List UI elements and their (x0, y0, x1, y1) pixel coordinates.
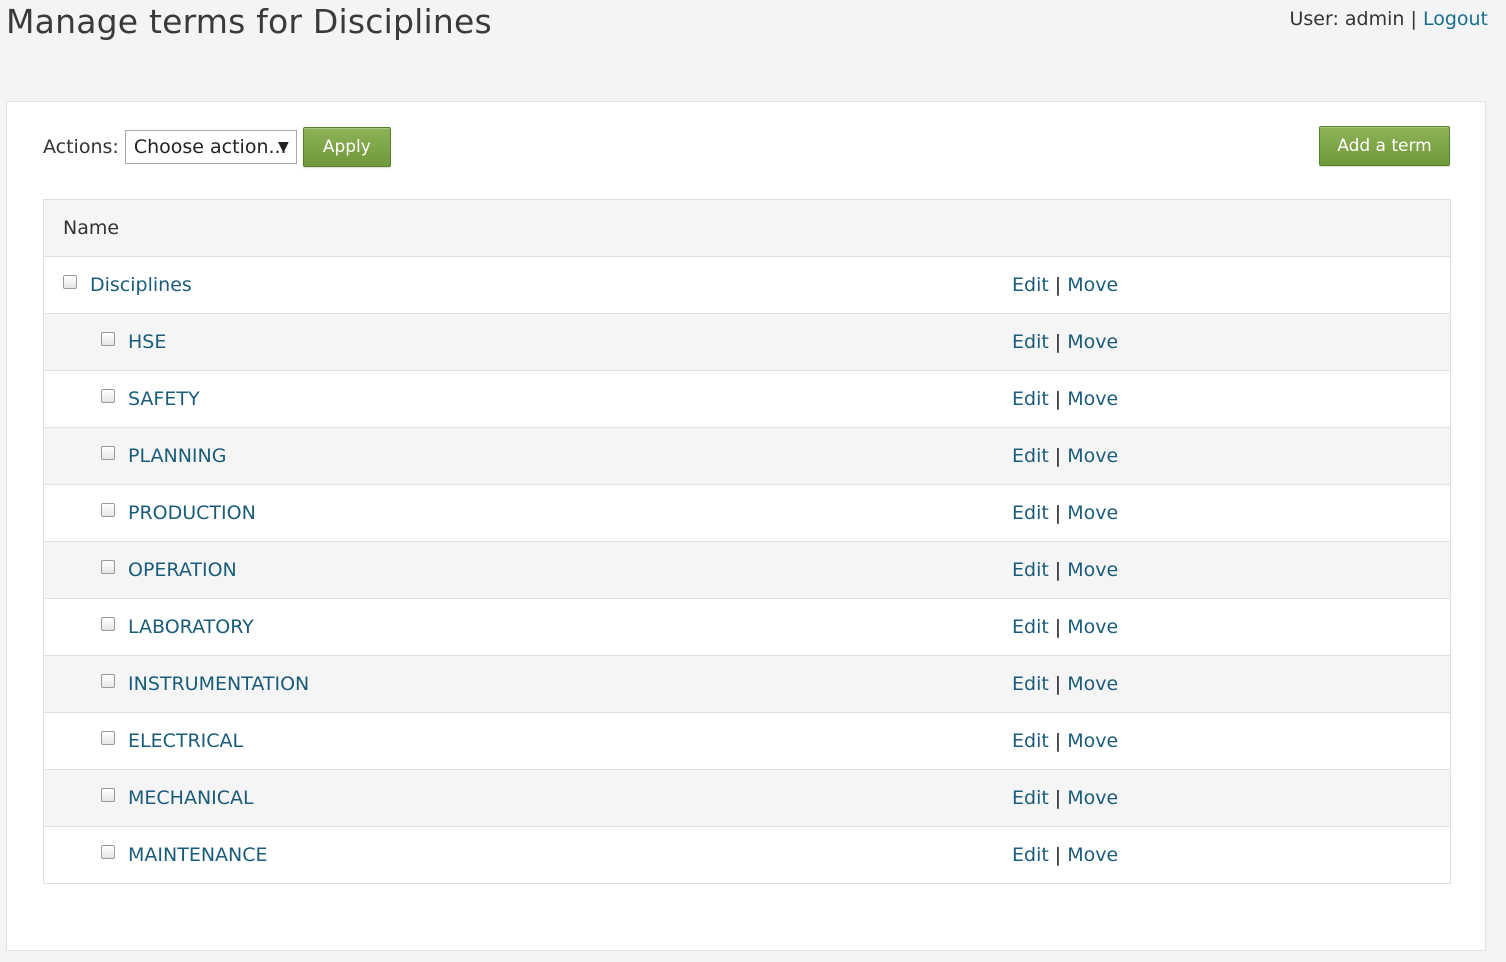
table-row: PRODUCTION Edit | Move (44, 485, 1450, 542)
ops-separator: | (1054, 502, 1062, 524)
content-panel: Actions: Choose action... ▼ Apply Add a … (6, 101, 1486, 951)
term-name-link[interactable]: HSE (128, 331, 166, 353)
ops-separator: | (1054, 844, 1062, 866)
table-row: HSE Edit | Move (44, 314, 1450, 371)
actions-label: Actions: (43, 136, 119, 158)
edit-link[interactable]: Edit (1012, 274, 1049, 296)
edit-link[interactable]: Edit (1012, 787, 1049, 809)
page-title: Manage terms for Disciplines (6, 2, 492, 41)
move-link[interactable]: Move (1067, 445, 1118, 467)
edit-link[interactable]: Edit (1012, 673, 1049, 695)
table-row: PLANNING Edit | Move (44, 428, 1450, 485)
row-operations: Edit | Move (1012, 485, 1118, 541)
row-operations: Edit | Move (1012, 770, 1118, 826)
move-link[interactable]: Move (1067, 274, 1118, 296)
term-name-link[interactable]: PLANNING (128, 445, 226, 467)
row-checkbox[interactable] (101, 503, 115, 517)
ops-separator: | (1054, 730, 1062, 752)
table-row: MAINTENANCE Edit | Move (44, 827, 1450, 883)
term-name-link[interactable]: INSTRUMENTATION (128, 673, 309, 695)
row-operations: Edit | Move (1012, 314, 1118, 370)
table-row: SAFETY Edit | Move (44, 371, 1450, 428)
edit-link[interactable]: Edit (1012, 844, 1049, 866)
term-name-link[interactable]: ELECTRICAL (128, 730, 243, 752)
ops-separator: | (1054, 616, 1062, 638)
move-link[interactable]: Move (1067, 331, 1118, 353)
dropdown-arrow-icon: ▼ (278, 139, 289, 155)
row-operations: Edit | Move (1012, 656, 1118, 712)
ops-separator: | (1054, 559, 1062, 581)
move-link[interactable]: Move (1067, 730, 1118, 752)
apply-button[interactable]: Apply (302, 127, 391, 167)
row-checkbox[interactable] (101, 845, 115, 859)
move-link[interactable]: Move (1067, 616, 1118, 638)
edit-link[interactable]: Edit (1012, 559, 1049, 581)
table-body: Disciplines Edit | Move HSE Edit | Move SAFETY Ed… (44, 257, 1450, 883)
edit-link[interactable]: Edit (1012, 616, 1049, 638)
action-select-value: Choose action... (133, 136, 287, 158)
table-row: MECHANICAL Edit | Move (44, 770, 1450, 827)
row-checkbox[interactable] (101, 560, 115, 574)
table-row: OPERATION Edit | Move (44, 542, 1450, 599)
row-checkbox[interactable] (101, 674, 115, 688)
table-header: Name (44, 200, 1450, 257)
row-operations: Edit | Move (1012, 827, 1118, 883)
logout-link[interactable]: Logout (1423, 8, 1488, 30)
row-operations: Edit | Move (1012, 713, 1118, 769)
ops-separator: | (1054, 274, 1062, 296)
term-name-link[interactable]: LABORATORY (128, 616, 254, 638)
move-link[interactable]: Move (1067, 502, 1118, 524)
terms-table: Name Disciplines Edit | Move HSE Edit | Move SAF… (43, 199, 1451, 884)
ops-separator: | (1054, 445, 1062, 467)
table-row: LABORATORY Edit | Move (44, 599, 1450, 656)
row-checkbox[interactable] (101, 389, 115, 403)
edit-link[interactable]: Edit (1012, 445, 1049, 467)
row-operations: Edit | Move (1012, 542, 1118, 598)
user-bar: User: admin | Logout (1289, 8, 1488, 30)
bulk-actions-bar: Actions: Choose action... ▼ Apply (43, 127, 391, 167)
term-name-link[interactable]: SAFETY (128, 388, 200, 410)
user-separator: | (1410, 8, 1417, 30)
ops-separator: | (1054, 673, 1062, 695)
row-checkbox[interactable] (101, 731, 115, 745)
add-term-button[interactable]: Add a term (1319, 126, 1450, 166)
edit-link[interactable]: Edit (1012, 388, 1049, 410)
edit-link[interactable]: Edit (1012, 331, 1049, 353)
term-name-link[interactable]: MAINTENANCE (128, 844, 268, 866)
term-name-link[interactable]: MECHANICAL (128, 787, 254, 809)
user-name: admin (1344, 8, 1405, 30)
row-operations: Edit | Move (1012, 257, 1118, 313)
ops-separator: | (1054, 331, 1062, 353)
row-checkbox[interactable] (101, 788, 115, 802)
row-operations: Edit | Move (1012, 428, 1118, 484)
edit-link[interactable]: Edit (1012, 502, 1049, 524)
table-row: ELECTRICAL Edit | Move (44, 713, 1450, 770)
row-operations: Edit | Move (1012, 599, 1118, 655)
edit-link[interactable]: Edit (1012, 730, 1049, 752)
row-checkbox[interactable] (63, 275, 77, 289)
move-link[interactable]: Move (1067, 559, 1118, 581)
move-link[interactable]: Move (1067, 844, 1118, 866)
row-checkbox[interactable] (101, 617, 115, 631)
row-checkbox[interactable] (101, 446, 115, 460)
action-select[interactable]: Choose action... ▼ (124, 130, 297, 164)
term-name-link[interactable]: Disciplines (90, 274, 192, 296)
term-name-link[interactable]: OPERATION (128, 559, 237, 581)
row-checkbox[interactable] (101, 332, 115, 346)
move-link[interactable]: Move (1067, 673, 1118, 695)
user-label: User: (1289, 8, 1339, 30)
term-name-link[interactable]: PRODUCTION (128, 502, 256, 524)
row-operations: Edit | Move (1012, 371, 1118, 427)
move-link[interactable]: Move (1067, 787, 1118, 809)
ops-separator: | (1054, 787, 1062, 809)
table-row: Disciplines Edit | Move (44, 257, 1450, 314)
move-link[interactable]: Move (1067, 388, 1118, 410)
ops-separator: | (1054, 388, 1062, 410)
table-row: INSTRUMENTATION Edit | Move (44, 656, 1450, 713)
column-header-name: Name (63, 217, 120, 239)
